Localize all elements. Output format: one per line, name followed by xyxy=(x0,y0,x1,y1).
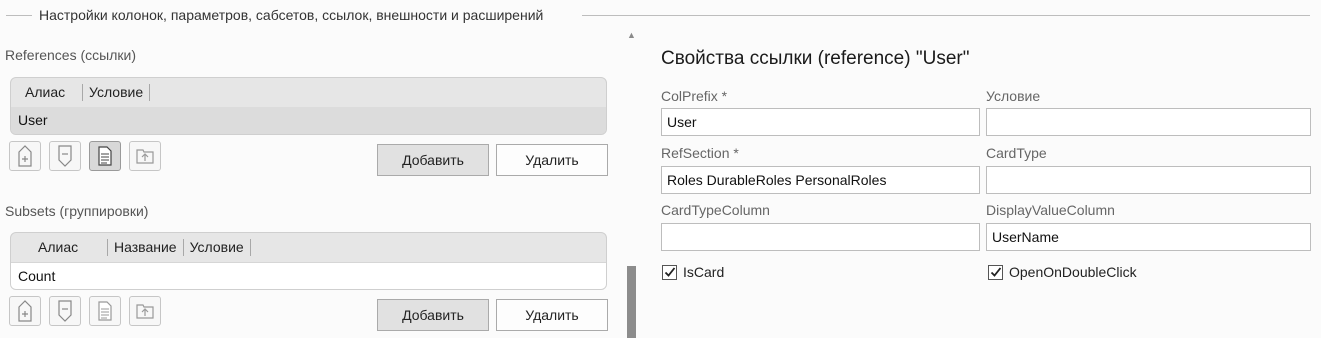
move-up-icon xyxy=(16,299,34,323)
export-icon xyxy=(135,302,155,320)
iscard-checkbox[interactable]: IsCard xyxy=(662,264,724,280)
subsets-delete-button[interactable]: Удалить xyxy=(496,299,608,331)
move-down-button[interactable] xyxy=(49,296,81,326)
move-down-icon xyxy=(56,299,74,323)
subsets-label: Subsets (группировки) xyxy=(5,203,149,219)
subsets-add-button[interactable]: Добавить xyxy=(377,299,489,331)
column-header-alias[interactable]: Алиас xyxy=(11,84,83,101)
condition-label: Условие xyxy=(986,88,1041,104)
subsets-grid[interactable]: Алиас Название Условие Count xyxy=(10,232,607,290)
checkmark-icon xyxy=(988,264,1003,280)
refsection-field[interactable]: Roles DurableRoles PersonalRoles xyxy=(661,166,980,194)
references-grid-header: Алиас Условие xyxy=(11,78,606,107)
cardtype-field[interactable] xyxy=(986,166,1311,194)
references-add-button[interactable]: Добавить xyxy=(377,144,489,176)
export-icon xyxy=(135,147,155,165)
move-up-button[interactable] xyxy=(9,141,41,171)
refsection-label: RefSection * xyxy=(661,145,739,161)
column-header-name[interactable]: Название xyxy=(108,239,184,256)
column-header-condition[interactable]: Условие xyxy=(184,239,251,256)
move-down-button[interactable] xyxy=(49,141,81,171)
colprefix-label: ColPrefix * xyxy=(661,88,728,104)
export-button[interactable] xyxy=(129,141,161,171)
references-grid[interactable]: Алиас Условие User xyxy=(10,77,607,135)
iscard-label: IsCard xyxy=(683,264,725,280)
move-up-icon xyxy=(16,144,34,168)
displayvaluecolumn-field[interactable]: UserName xyxy=(986,223,1311,251)
table-row[interactable]: Count xyxy=(11,262,606,289)
properties-button[interactable] xyxy=(89,296,121,326)
subsets-grid-header: Алиас Название Условие xyxy=(11,233,606,262)
column-header-condition[interactable]: Условие xyxy=(83,84,151,101)
move-down-icon xyxy=(56,144,74,168)
properties-button[interactable] xyxy=(89,141,121,171)
properties-icon xyxy=(97,146,113,166)
column-header-alias[interactable]: Алиас xyxy=(11,239,108,256)
displayvaluecolumn-label: DisplayValueColumn xyxy=(986,202,1115,218)
openondoubleclick-label: OpenOnDoubleClick xyxy=(1009,264,1137,280)
scroll-up-arrow-icon[interactable]: ▲ xyxy=(627,30,636,40)
cardtype-label: CardType xyxy=(986,145,1047,161)
group-border-left xyxy=(6,15,32,16)
table-row[interactable]: User xyxy=(11,107,606,134)
properties-icon xyxy=(97,301,113,321)
scrollbar-thumb[interactable] xyxy=(627,266,636,338)
checkmark-icon xyxy=(662,264,677,280)
cardtypecolumn-field[interactable] xyxy=(661,223,980,251)
references-label: References (ссылки) xyxy=(5,47,136,63)
references-delete-button[interactable]: Удалить xyxy=(496,144,608,176)
move-up-button[interactable] xyxy=(9,296,41,326)
export-button[interactable] xyxy=(129,296,161,326)
condition-field[interactable] xyxy=(986,108,1311,136)
group-title: Настройки колонок, параметров, сабсетов,… xyxy=(37,7,546,23)
colprefix-field[interactable]: User xyxy=(661,108,980,136)
group-border-right xyxy=(582,15,1310,16)
openondoubleclick-checkbox[interactable]: OpenOnDoubleClick xyxy=(988,264,1137,280)
properties-title: Свойства ссылки (reference) "User" xyxy=(661,48,970,69)
cardtypecolumn-label: CardTypeColumn xyxy=(661,202,770,218)
